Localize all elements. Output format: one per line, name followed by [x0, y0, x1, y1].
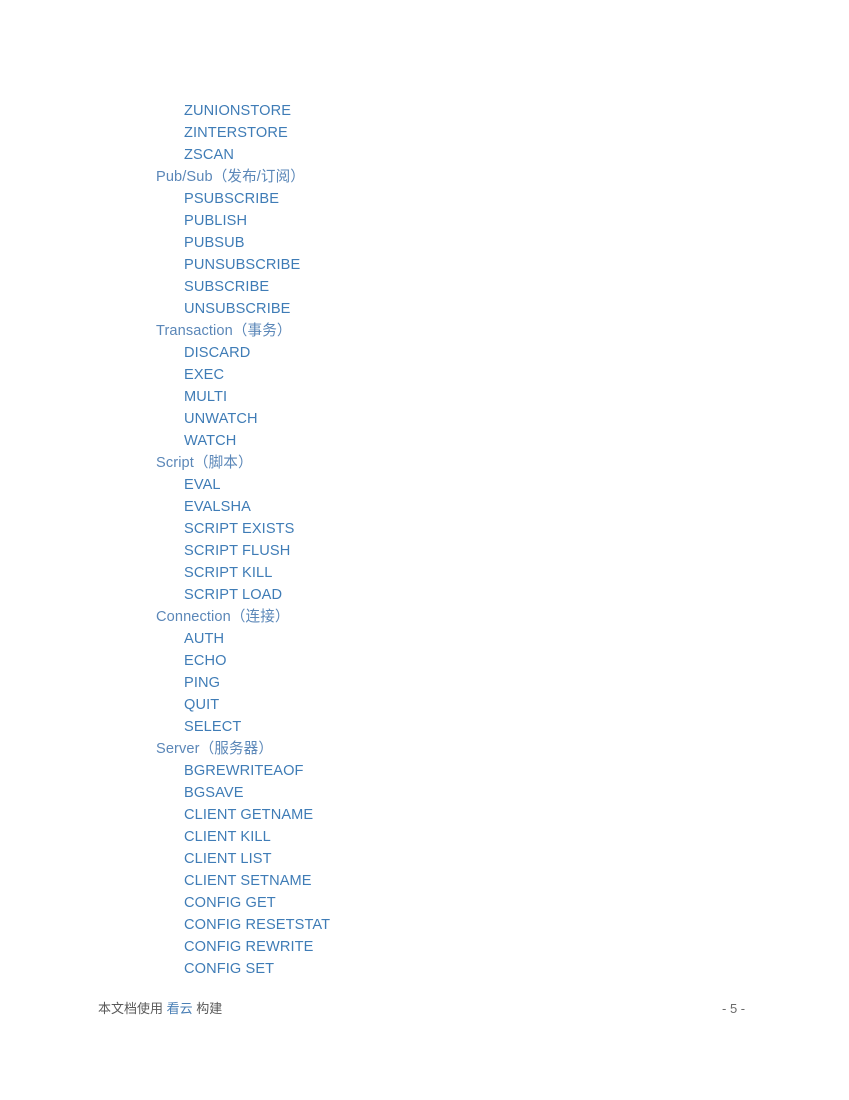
toc-command-item[interactable]: CLIENT LIST: [0, 848, 849, 870]
toc-category-heading[interactable]: Connection（连接）: [0, 606, 849, 628]
toc-command-item[interactable]: ZINTERSTORE: [0, 122, 849, 144]
toc-command-item[interactable]: AUTH: [0, 628, 849, 650]
toc-command-item[interactable]: SCRIPT FLUSH: [0, 540, 849, 562]
toc-command-item[interactable]: QUIT: [0, 694, 849, 716]
toc-command-item[interactable]: SUBSCRIBE: [0, 276, 849, 298]
toc-command-item[interactable]: ZSCAN: [0, 144, 849, 166]
toc-command-item[interactable]: WATCH: [0, 430, 849, 452]
toc-category-heading[interactable]: Transaction（事务）: [0, 320, 849, 342]
toc-command-item[interactable]: UNWATCH: [0, 408, 849, 430]
toc-category-heading[interactable]: Pub/Sub（发布/订阅）: [0, 166, 849, 188]
toc-command-item[interactable]: SELECT: [0, 716, 849, 738]
toc-command-item[interactable]: DISCARD: [0, 342, 849, 364]
toc-command-item[interactable]: EVAL: [0, 474, 849, 496]
page-footer: 本文档使用 看云 构建 - 5 -: [0, 998, 849, 1022]
toc-command-item[interactable]: PUBLISH: [0, 210, 849, 232]
toc-command-item[interactable]: CLIENT GETNAME: [0, 804, 849, 826]
toc-command-item[interactable]: PUBSUB: [0, 232, 849, 254]
toc-command-item[interactable]: CLIENT SETNAME: [0, 870, 849, 892]
toc-command-item[interactable]: ZUNIONSTORE: [0, 100, 849, 122]
toc-category-heading[interactable]: Script（脚本）: [0, 452, 849, 474]
toc-command-item[interactable]: CONFIG GET: [0, 892, 849, 914]
toc-command-item[interactable]: SCRIPT LOAD: [0, 584, 849, 606]
toc-command-item[interactable]: CONFIG SET: [0, 958, 849, 980]
toc-command-item[interactable]: EVALSHA: [0, 496, 849, 518]
table-of-contents: ZUNIONSTORE ZINTERSTORE ZSCAN Pub/Sub（发布/订阅…: [0, 100, 849, 980]
footer-attribution-prefix: 本文档使用: [98, 1001, 167, 1016]
toc-command-item[interactable]: PSUBSCRIBE: [0, 188, 849, 210]
toc-command-item[interactable]: ECHO: [0, 650, 849, 672]
footer-attribution-suffix: 构建: [192, 1001, 223, 1016]
page-number: - 5 -: [722, 1001, 746, 1016]
toc-command-item[interactable]: CONFIG REWRITE: [0, 936, 849, 958]
toc-command-item[interactable]: BGREWRITEAOF: [0, 760, 849, 782]
toc-command-item[interactable]: UNSUBSCRIBE: [0, 298, 849, 320]
toc-command-item[interactable]: MULTI: [0, 386, 849, 408]
footer-attribution: 本文档使用 看云 构建: [98, 998, 222, 1020]
toc-command-item[interactable]: SCRIPT KILL: [0, 562, 849, 584]
toc-command-item[interactable]: PUNSUBSCRIBE: [0, 254, 849, 276]
toc-command-item[interactable]: CONFIG RESETSTAT: [0, 914, 849, 936]
toc-command-item[interactable]: BGSAVE: [0, 782, 849, 804]
toc-command-item[interactable]: CLIENT KILL: [0, 826, 849, 848]
footer-brand-link[interactable]: 看云: [167, 1001, 193, 1016]
toc-category-heading[interactable]: Server（服务器）: [0, 738, 849, 760]
toc-command-item[interactable]: EXEC: [0, 364, 849, 386]
document-page: ZUNIONSTORE ZINTERSTORE ZSCAN Pub/Sub（发布/订阅…: [0, 0, 849, 1100]
toc-command-item[interactable]: SCRIPT EXISTS: [0, 518, 849, 540]
toc-command-item[interactable]: PING: [0, 672, 849, 694]
